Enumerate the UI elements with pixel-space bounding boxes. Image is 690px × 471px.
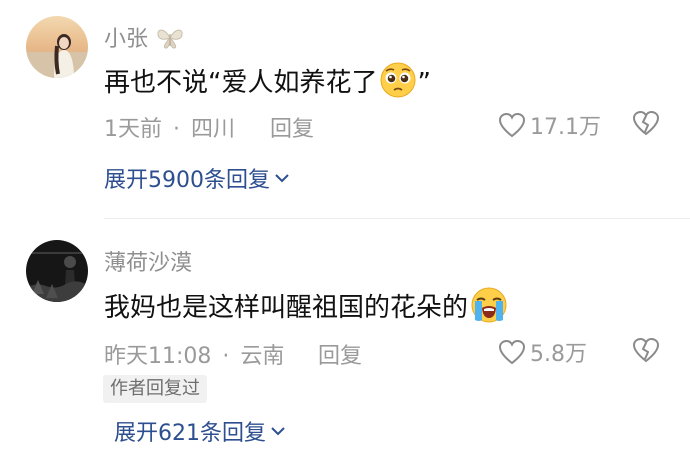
divider xyxy=(104,218,690,219)
pleading-face-icon xyxy=(379,61,417,106)
loudly-crying-face-icon xyxy=(470,286,508,331)
expand-replies-link[interactable]: 展开5900条回复 xyxy=(104,162,290,194)
reply-button[interactable]: 回复 xyxy=(270,111,314,143)
butterfly-icon xyxy=(157,29,183,49)
reply-button[interactable]: 回复 xyxy=(318,338,362,370)
expand-replies-link[interactable]: 展开621条回复 xyxy=(114,415,286,447)
broken-heart-icon xyxy=(632,337,660,363)
separator: · xyxy=(222,344,230,369)
comment-text: 再也不说“爱人如养花了 ” xyxy=(104,61,431,106)
chevron-down-icon xyxy=(275,174,289,183)
author-replied-badge: 作者回复过 xyxy=(103,375,207,403)
separator: · xyxy=(173,117,180,142)
avatar[interactable] xyxy=(26,16,88,78)
dislike-button[interactable] xyxy=(632,337,660,367)
username[interactable]: 薄荷沙漠 xyxy=(104,245,192,277)
heart-icon xyxy=(498,112,526,138)
location: 四川 xyxy=(191,117,236,142)
location: 云南 xyxy=(240,344,285,369)
broken-heart-icon xyxy=(632,110,660,136)
heart-icon xyxy=(498,339,526,365)
chevron-down-icon xyxy=(271,427,285,436)
comment-meta: 昨天11:08 · 云南 xyxy=(104,338,284,370)
comment-meta: 1天前 · 四川 xyxy=(104,111,235,143)
timestamp: 1天前 xyxy=(104,117,162,142)
like-count: 17.1万 xyxy=(530,115,601,140)
like-button[interactable]: 17.1万 xyxy=(498,109,601,141)
comment-text: 我妈也是这样叫醒祖国的花朵的 xyxy=(104,286,508,331)
timestamp: 昨天11:08 xyxy=(104,344,212,369)
avatar[interactable] xyxy=(26,240,88,302)
like-button[interactable]: 5.8万 xyxy=(498,336,587,368)
dislike-button[interactable] xyxy=(632,110,660,140)
username[interactable]: 小张 xyxy=(104,21,185,53)
like-count: 5.8万 xyxy=(530,342,587,367)
